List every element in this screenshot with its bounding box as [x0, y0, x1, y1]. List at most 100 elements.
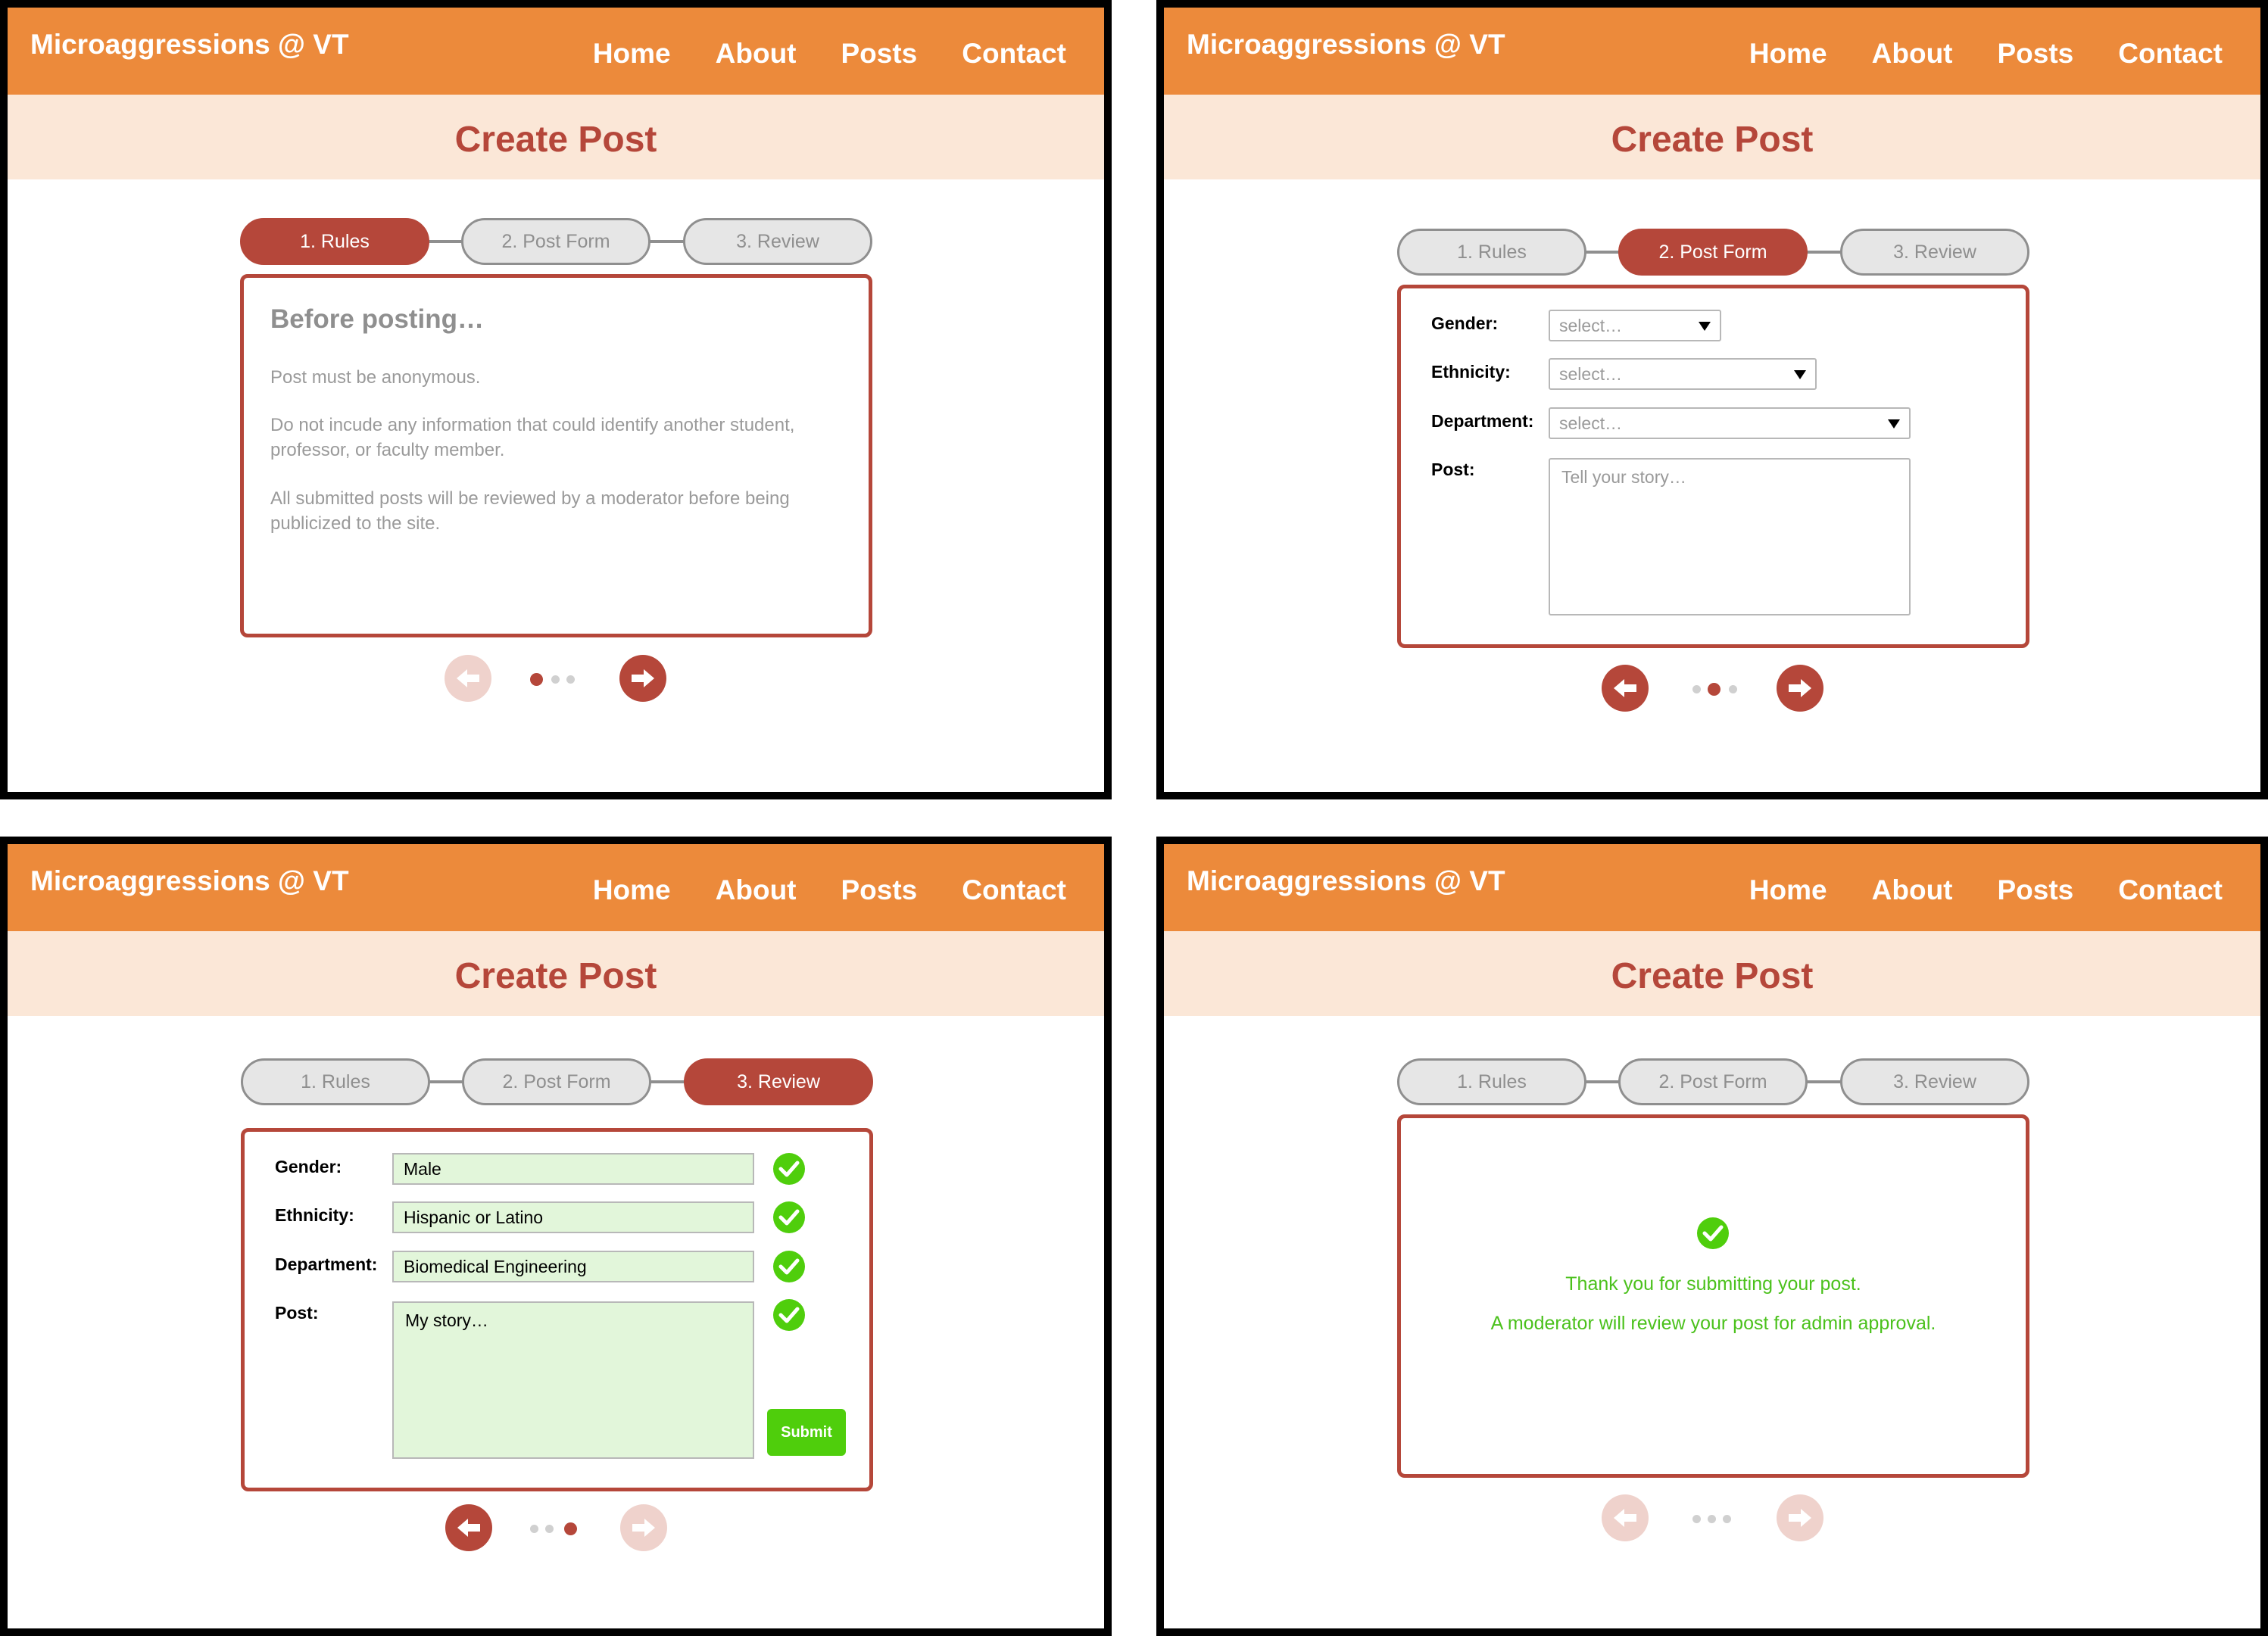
- post-value: My story…: [392, 1301, 754, 1459]
- pager-dot: [551, 675, 560, 684]
- gender-label: Gender:: [1431, 313, 1499, 333]
- nav-contact[interactable]: Contact: [962, 874, 1066, 906]
- navbar: Microaggressions @ VT Home About Posts C…: [1164, 8, 2260, 95]
- site-brand[interactable]: Microaggressions @ VT: [30, 865, 349, 897]
- post-label: Post:: [1431, 460, 1475, 479]
- nav-contact[interactable]: Contact: [962, 38, 1066, 70]
- nav-posts[interactable]: Posts: [1998, 874, 2074, 906]
- step-review[interactable]: 3. Review: [1840, 229, 2029, 276]
- step-indicator: 1. Rules 2. Post Form 3. Review: [1397, 1058, 2029, 1105]
- pager-dots: [1692, 682, 1745, 697]
- nav-home[interactable]: Home: [593, 38, 671, 70]
- step-indicator: 1. Rules 2. Post Form 3. Review: [240, 218, 872, 265]
- step-review[interactable]: 3. Review: [684, 1058, 873, 1105]
- arrow-right-icon: [632, 1519, 655, 1537]
- rule-item: Post must be anonymous.: [270, 367, 481, 388]
- nav-posts[interactable]: Posts: [841, 874, 918, 906]
- department-label: Department:: [275, 1254, 378, 1274]
- step-review[interactable]: 3. Review: [683, 218, 872, 265]
- rules-heading: Before posting…: [270, 304, 484, 334]
- page-title: Create Post: [1611, 956, 1814, 996]
- arrow-left-icon: [457, 669, 479, 687]
- nav-about[interactable]: About: [716, 38, 797, 70]
- next-button[interactable]: [619, 655, 666, 702]
- page-title: Create Post: [1611, 120, 1814, 160]
- prev-button[interactable]: [445, 1504, 492, 1551]
- department-select-value: select…: [1559, 413, 1623, 433]
- pager-dot: [1729, 685, 1737, 693]
- nav-home[interactable]: Home: [1749, 874, 1827, 906]
- ethnicity-value: Hispanic or Latino: [392, 1201, 754, 1233]
- pager-dot: [1692, 685, 1701, 693]
- pager-dot: [1692, 1515, 1701, 1523]
- page-header: Create Post: [8, 95, 1104, 179]
- site-brand[interactable]: Microaggressions @ VT: [30, 29, 349, 61]
- check-circle-icon: [1697, 1217, 1729, 1249]
- nav-posts[interactable]: Posts: [1998, 38, 2074, 70]
- next-button[interactable]: [620, 1504, 667, 1551]
- ethnicity-select[interactable]: select…: [1549, 358, 1817, 390]
- nav-home[interactable]: Home: [593, 874, 671, 906]
- check-circle-icon: [773, 1251, 805, 1282]
- caret-down-icon: [1794, 370, 1806, 379]
- step-indicator: 1. Rules 2. Post Form 3. Review: [1397, 229, 2029, 276]
- step-post-form[interactable]: 2. Post Form: [461, 218, 650, 265]
- step-rules[interactable]: 1. Rules: [241, 1058, 430, 1105]
- page-header: Create Post: [8, 931, 1104, 1016]
- rule-item: Do not incude any information that could…: [270, 415, 795, 460]
- pager-dot: [530, 1525, 538, 1533]
- pager-dot: [1708, 1515, 1716, 1523]
- nav-posts[interactable]: Posts: [841, 38, 918, 70]
- moderation-note: A moderator will review your post for ad…: [1490, 1313, 1936, 1334]
- prev-button[interactable]: [445, 655, 491, 702]
- prev-button[interactable]: [1602, 665, 1649, 712]
- pager-dots: [530, 1522, 583, 1537]
- nav-menu: Home About Posts Contact: [1749, 38, 2223, 70]
- step-rules[interactable]: 1. Rules: [1397, 229, 1586, 276]
- arrow-left-icon: [1614, 1509, 1636, 1527]
- nav-about[interactable]: About: [1872, 38, 1953, 70]
- rule-item: All submitted posts will be reviewed by …: [270, 488, 790, 534]
- page-header: Create Post: [1164, 931, 2260, 1016]
- pager-dot: [545, 1525, 554, 1533]
- step-rules[interactable]: 1. Rules: [1397, 1058, 1586, 1105]
- step-post-form[interactable]: 2. Post Form: [462, 1058, 651, 1105]
- page-title: Create Post: [454, 120, 657, 160]
- post-textarea[interactable]: Tell your story…: [1549, 458, 1911, 615]
- prev-button[interactable]: [1602, 1494, 1649, 1541]
- check-circle-icon: [773, 1201, 805, 1233]
- gender-select[interactable]: select…: [1549, 310, 1721, 341]
- site-brand[interactable]: Microaggressions @ VT: [1187, 29, 1505, 61]
- nav-about[interactable]: About: [716, 874, 797, 906]
- post-label: Post:: [275, 1303, 319, 1323]
- site-brand[interactable]: Microaggressions @ VT: [1187, 865, 1505, 897]
- submit-button[interactable]: Submit: [767, 1409, 846, 1456]
- screen-confirmation: Microaggressions @ VT Home About Posts C…: [1156, 837, 2268, 1636]
- arrow-right-icon: [1789, 1509, 1811, 1527]
- check-circle-icon: [773, 1153, 805, 1185]
- confirmation-card: Thank you for submitting your post. A mo…: [1397, 1114, 2029, 1478]
- navbar: Microaggressions @ VT Home About Posts C…: [1164, 844, 2260, 931]
- screen-post-form: Microaggressions @ VT Home About Posts C…: [1156, 0, 2268, 799]
- arrow-left-icon: [1614, 679, 1636, 697]
- step-rules[interactable]: 1. Rules: [240, 218, 429, 265]
- step-post-form[interactable]: 2. Post Form: [1618, 1058, 1808, 1105]
- ethnicity-select-value: select…: [1559, 364, 1623, 384]
- nav-about[interactable]: About: [1872, 874, 1953, 906]
- page-header: Create Post: [1164, 95, 2260, 179]
- nav-home[interactable]: Home: [1749, 38, 1827, 70]
- department-label: Department:: [1431, 411, 1534, 431]
- next-button[interactable]: [1777, 665, 1823, 712]
- nav-menu: Home About Posts Contact: [593, 874, 1066, 906]
- step-post-form[interactable]: 2. Post Form: [1618, 229, 1808, 276]
- pager-dot-active: [564, 1522, 577, 1535]
- department-select[interactable]: select…: [1549, 407, 1911, 439]
- nav-contact[interactable]: Contact: [2118, 874, 2223, 906]
- ethnicity-label: Ethnicity:: [1431, 362, 1511, 382]
- page-title: Create Post: [454, 956, 657, 996]
- nav-menu: Home About Posts Contact: [593, 38, 1066, 70]
- step-review[interactable]: 3. Review: [1840, 1058, 2029, 1105]
- next-button[interactable]: [1777, 1494, 1823, 1541]
- review-card: Gender: Male Ethnicity: Hispanic or Lati…: [241, 1128, 873, 1491]
- nav-contact[interactable]: Contact: [2118, 38, 2223, 70]
